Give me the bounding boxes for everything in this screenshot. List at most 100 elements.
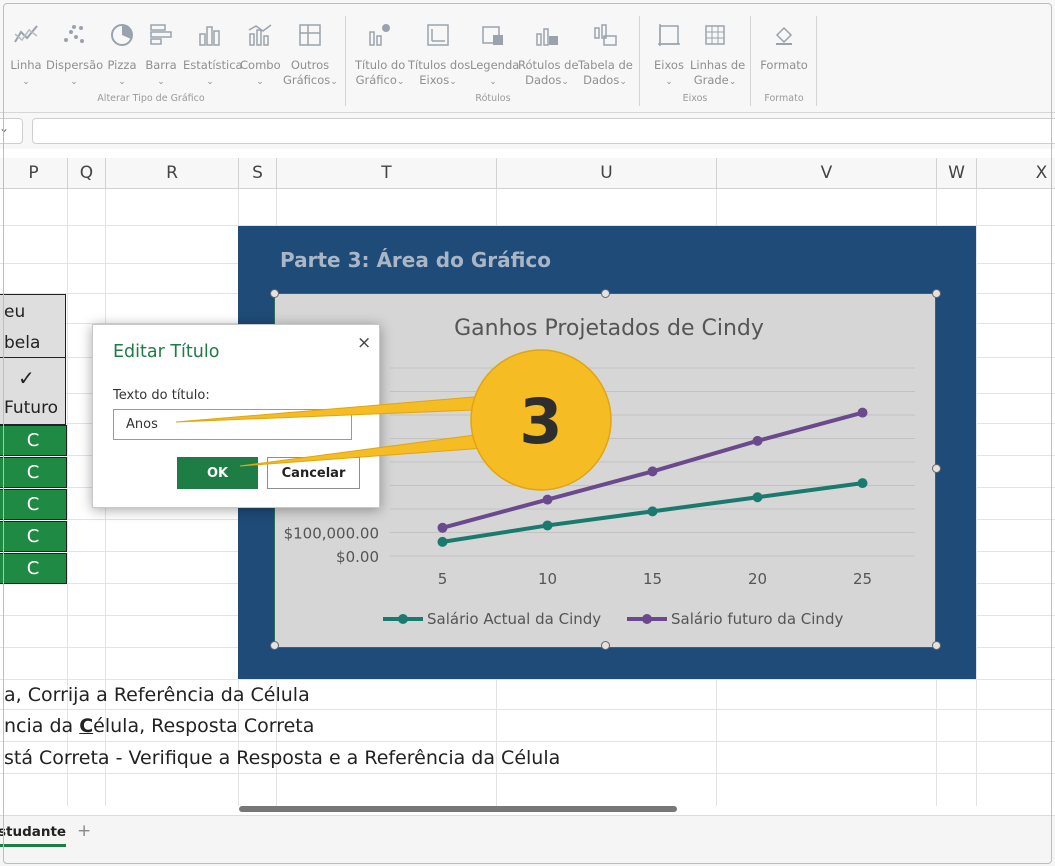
horizontal-scrollbar[interactable] — [239, 806, 677, 812]
legend-entry: Salário Actual da Cindy — [427, 610, 601, 628]
ribbon-separator — [750, 16, 751, 106]
title-text-label: Texto do título: — [113, 388, 210, 403]
column-header[interactable]: P — [0, 158, 68, 188]
chart-title-button[interactable]: Título do Gráfico⌄ — [355, 22, 405, 90]
instruction-text: ncia da Célula, Resposta Correta — [4, 715, 315, 737]
column-header[interactable]: R — [106, 158, 239, 188]
table-subheader-cell[interactable]: ✓ Futuro — [0, 357, 66, 425]
axes-icon — [658, 24, 680, 46]
line-chart-button[interactable]: Linha ⌄ — [9, 22, 43, 90]
x-tick-label: 5 — [438, 570, 448, 588]
axes-button[interactable]: Eixos ⌄ — [651, 22, 687, 90]
data-labels-button[interactable]: Rótulos de Dados⌄ — [518, 22, 579, 90]
chart-title[interactable]: Ganhos Projetados de Cindy — [454, 316, 764, 341]
data-point — [857, 407, 868, 418]
ribbon: Linha ⌄ Dispersão ⌄ Pizza ⌄ Barra ⌄ Estatíst… — [0, 0, 1055, 113]
data-point — [752, 492, 763, 503]
sheet-tab-estudante[interactable]: studante — [0, 824, 67, 847]
column-headers: P Q R S T U V W X — [0, 158, 1055, 189]
resize-handle[interactable] — [601, 289, 610, 298]
column-header[interactable]: U — [497, 158, 717, 188]
data-point — [857, 478, 868, 489]
combo-chart-icon — [248, 24, 272, 46]
legend-icon — [482, 26, 503, 45]
chart-title-icon — [369, 24, 390, 46]
group-label-labels: Rótulos — [475, 93, 511, 104]
format-button[interactable]: Formato — [759, 22, 809, 73]
gridlines-button[interactable]: Linhas de Grade⌄ — [690, 22, 745, 90]
scatter-chart-icon — [64, 25, 84, 43]
data-table-icon — [594, 24, 617, 46]
sheet-tab-bar: studante + — [0, 815, 1055, 866]
pie-chart-button[interactable]: Pizza ⌄ — [106, 22, 138, 90]
table-cell-c[interactable]: C — [0, 489, 67, 520]
chevron-down-icon: ⌄ — [0, 121, 10, 135]
ribbon-separator — [816, 16, 817, 106]
data-point — [647, 506, 658, 517]
data-table-button[interactable]: Tabela de Dados⌄ — [578, 22, 633, 90]
y-tick-label: $100,000.00 — [284, 525, 379, 543]
ribbon-separator — [345, 16, 346, 106]
close-icon[interactable]: × — [357, 333, 371, 353]
dialog-title: Editar Título — [113, 342, 220, 362]
table-header-cell[interactable]: eu bela — [0, 294, 66, 358]
resize-handle[interactable] — [270, 289, 279, 298]
add-sheet-icon[interactable]: + — [77, 821, 91, 841]
data-point — [752, 435, 763, 446]
column-header[interactable]: Q — [68, 158, 106, 188]
x-tick-label: 15 — [643, 570, 662, 588]
other-charts-icon — [299, 24, 321, 46]
column-header[interactable]: V — [717, 158, 937, 188]
table-cell-c[interactable]: C — [0, 521, 67, 552]
resize-handle[interactable] — [932, 641, 941, 650]
table-cell-c[interactable]: C — [0, 457, 67, 488]
data-point — [542, 494, 553, 505]
gridlines-icon — [705, 25, 725, 45]
statistic-chart-button[interactable]: Estatística ⌄ — [183, 22, 243, 90]
data-point — [437, 536, 448, 547]
data-labels-icon — [536, 28, 558, 46]
instruction-text: stá Correta - Verifique a Resposta e a R… — [4, 747, 561, 769]
resize-handle[interactable] — [932, 289, 941, 298]
legend-marker — [642, 614, 652, 624]
table-cell-c[interactable]: C — [0, 425, 67, 456]
data-point — [647, 466, 658, 477]
excel-window: Linha ⌄ Dispersão ⌄ Pizza ⌄ Barra ⌄ Estatíst… — [0, 0, 1055, 866]
column-header[interactable]: T — [277, 158, 497, 188]
chart-section-title: Parte 3: Área do Gráfico — [280, 248, 552, 272]
x-tick-label: 10 — [538, 570, 557, 588]
x-tick-label: 20 — [748, 570, 767, 588]
combo-chart-button[interactable]: Combo ⌄ — [240, 22, 281, 90]
axis-titles-button[interactable]: Títulos dos Eixos⌄ — [408, 22, 470, 90]
group-label-format: Formato — [764, 93, 804, 104]
y-tick-label: $0.00 — [336, 548, 379, 566]
column-header[interactable]: W — [937, 158, 977, 188]
ok-button[interactable]: OK — [177, 457, 258, 489]
name-box-dropdown[interactable]: ⌄ — [0, 118, 23, 144]
group-label-chart-type: Alterar Tipo de Gráfico — [97, 93, 205, 104]
bar-chart-button[interactable]: Barra ⌄ — [144, 22, 178, 90]
axis-titles-icon — [427, 24, 449, 46]
line-chart-icon — [14, 25, 38, 43]
legend-button[interactable]: Legenda ⌄ — [470, 22, 519, 90]
column-header[interactable]: S — [239, 158, 277, 188]
formula-input[interactable] — [32, 118, 1055, 144]
statistic-chart-icon — [199, 26, 220, 46]
column-header[interactable]: X — [977, 158, 1055, 188]
resize-handle[interactable] — [270, 641, 279, 650]
ribbon-separator — [639, 16, 640, 106]
edit-title-dialog: Editar Título × Texto do título: OK Canc… — [92, 324, 380, 508]
scatter-chart-button[interactable]: Dispersão ⌄ — [46, 22, 103, 90]
resize-handle[interactable] — [932, 464, 941, 473]
other-charts-button[interactable]: Outros Gráficos⌄ — [283, 22, 338, 90]
cancel-button[interactable]: Cancelar — [267, 457, 360, 489]
legend-marker — [398, 614, 408, 624]
table-cell-c[interactable]: C — [0, 553, 67, 584]
x-tick-label: 25 — [853, 570, 872, 588]
formula-bar: ⌄ — [0, 113, 1055, 149]
format-icon — [775, 26, 793, 45]
pie-chart-icon — [111, 24, 133, 46]
legend-entry: Salário futuro da Cindy — [671, 610, 843, 628]
title-text-input[interactable] — [113, 409, 352, 440]
resize-handle[interactable] — [601, 641, 610, 650]
